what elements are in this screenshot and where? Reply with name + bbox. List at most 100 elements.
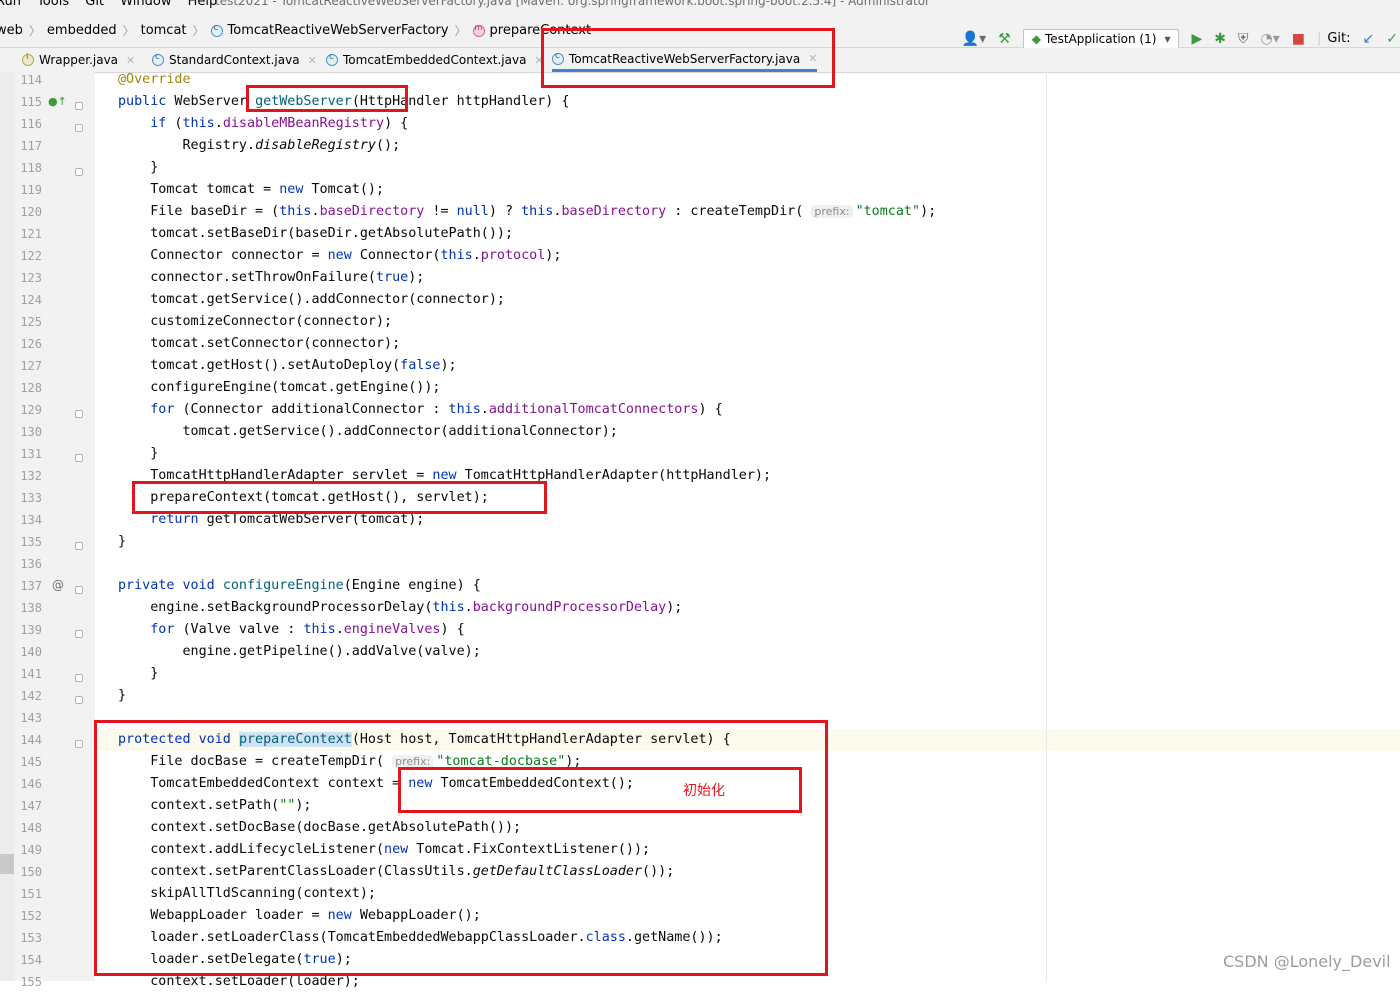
- scroll-marker[interactable]: [0, 854, 14, 874]
- line-number: 143: [20, 711, 42, 725]
- code-line: customizeConnector(connector);: [118, 314, 393, 329]
- menu-help[interactable]: Help: [188, 0, 218, 9]
- run-config-icon: ◆: [1031, 31, 1041, 46]
- annotation-label: 初始化: [683, 783, 725, 799]
- line-number: 147: [20, 799, 42, 813]
- watermark: CSDN @Lonely_Devil: [1223, 952, 1391, 971]
- method-icon: [472, 23, 485, 37]
- fold-icon[interactable]: [75, 630, 83, 638]
- debug-icon[interactable]: ✱: [1214, 31, 1226, 47]
- line-number: 135: [20, 535, 42, 549]
- breadcrumb: web 〉 embedded 〉 tomcat 〉 TomcatReactive…: [0, 22, 591, 39]
- class-icon: [210, 23, 223, 37]
- class-icon: [152, 52, 164, 66]
- highlight-box-preparecontext-call: [132, 481, 547, 514]
- user-icon[interactable]: 👤▾: [962, 31, 986, 47]
- breadcrumb-tomcat[interactable]: tomcat: [141, 23, 187, 38]
- line-number: 148: [20, 821, 42, 835]
- breadcrumb-web[interactable]: web: [0, 23, 23, 38]
- chevron-right-icon: 〉: [192, 24, 205, 38]
- code-line: if (this.disableMBeanRegistry) {: [150, 116, 409, 131]
- line-number: 116: [20, 117, 42, 131]
- line-number: 137: [20, 579, 42, 593]
- toolbar-divider: |: [1316, 31, 1322, 46]
- line-number: 129: [20, 403, 42, 417]
- code-line: tomcat.getHost().setAutoDeploy(false);: [118, 358, 457, 373]
- code-line: private void configureEngine(Engine engi…: [118, 578, 481, 593]
- editor-gutter: [0, 72, 95, 981]
- code-line: Connector connector = new Connector(this…: [118, 248, 562, 263]
- line-number: 119: [20, 183, 42, 197]
- line-number: 124: [20, 293, 42, 307]
- git-update-icon[interactable]: ↙: [1363, 31, 1375, 47]
- chevron-right-icon: 〉: [122, 24, 135, 38]
- code-line: tomcat.getService().addConnector(connect…: [118, 292, 505, 307]
- right-margin-guide: [1046, 72, 1047, 981]
- override-icon[interactable]: ●↑: [48, 95, 67, 108]
- code-line: }: [118, 534, 127, 549]
- chevron-right-icon: 〉: [454, 24, 467, 38]
- line-number: 117: [20, 139, 42, 153]
- line-number: 122: [20, 249, 42, 263]
- line-number: 134: [20, 513, 42, 527]
- menu-bar: Run Tools Git Window Help test2021 - Tom…: [0, 0, 1400, 10]
- menu-tools[interactable]: Tools: [37, 0, 69, 9]
- code-line: File baseDir = (this.baseDirectory != nu…: [118, 204, 937, 219]
- line-number: 144: [20, 733, 42, 747]
- code-line: engine.setBackgroundProcessorDelay(this.…: [118, 600, 683, 615]
- fold-icon[interactable]: [75, 542, 83, 550]
- code-line: Registry.disableRegistry();: [118, 138, 401, 153]
- fold-icon[interactable]: [75, 454, 83, 462]
- breadcrumb-embedded[interactable]: embedded: [47, 23, 117, 38]
- tab-tomcatembeddedcontext-java[interactable]: TomcatEmbeddedContext.java ✕: [326, 48, 544, 72]
- line-number: 130: [20, 425, 42, 439]
- code-line: configureEngine(tomcat.getEngine());: [118, 380, 441, 395]
- profile-icon[interactable]: ◔▾: [1260, 31, 1279, 47]
- highlight-box-active-tab: [541, 28, 835, 88]
- line-number: 153: [20, 931, 42, 945]
- line-number: 118: [20, 161, 42, 175]
- code-line: }: [118, 688, 127, 703]
- run-config-label: TestApplication (1): [1044, 31, 1157, 46]
- stop-icon[interactable]: ■: [1292, 31, 1305, 47]
- coverage-icon[interactable]: ⛨: [1238, 31, 1249, 47]
- fold-icon[interactable]: [75, 102, 83, 110]
- run-config-selector[interactable]: ◆ TestApplication (1) ▾: [1022, 28, 1180, 49]
- git-commit-icon[interactable]: ✓: [1386, 31, 1398, 47]
- fold-icon[interactable]: [75, 696, 83, 704]
- run-icon[interactable]: ▶: [1191, 31, 1202, 47]
- code-line: tomcat.setConnector(connector);: [118, 336, 401, 351]
- line-number: 127: [20, 359, 42, 373]
- fold-icon[interactable]: [75, 124, 83, 132]
- menu-run[interactable]: Run: [0, 0, 21, 9]
- close-icon[interactable]: ✕: [308, 54, 317, 67]
- fold-icon[interactable]: [75, 410, 83, 418]
- fold-icon[interactable]: [75, 586, 83, 594]
- code-line: @Override: [118, 72, 191, 87]
- line-number: 152: [20, 909, 42, 923]
- line-number: 132: [20, 469, 42, 483]
- highlight-box-getwebserver: [246, 85, 408, 112]
- fold-icon[interactable]: [75, 674, 83, 682]
- line-number: 140: [20, 645, 42, 659]
- menu-git[interactable]: Git: [85, 0, 104, 9]
- line-number: 146: [20, 777, 42, 791]
- code-line: tomcat.getService().addConnector(additio…: [118, 424, 618, 439]
- close-icon[interactable]: ✕: [126, 54, 135, 67]
- code-line: connector.setThrowOnFailure(true);: [118, 270, 425, 285]
- build-hammer-icon[interactable]: ⚒: [998, 31, 1011, 47]
- line-number: 115: [20, 95, 42, 109]
- line-number: 126: [20, 337, 42, 351]
- menu-window[interactable]: Window: [120, 0, 171, 9]
- line-number: 136: [20, 557, 42, 571]
- fold-icon[interactable]: [75, 740, 83, 748]
- usage-icon[interactable]: @: [52, 578, 64, 592]
- window-title: test2021 - TomcatReactiveWebServerFactor…: [215, 0, 930, 8]
- line-number: 155: [20, 975, 42, 989]
- code-line: Tomcat tomcat = new Tomcat();: [118, 182, 385, 197]
- breadcrumb-class[interactable]: TomcatReactiveWebServerFactory: [210, 23, 449, 38]
- fold-icon[interactable]: [75, 168, 83, 176]
- line-number: 150: [20, 865, 42, 879]
- line-number: 114: [20, 73, 42, 87]
- code-line: for (Valve valve : this.engineValves) {: [150, 622, 465, 637]
